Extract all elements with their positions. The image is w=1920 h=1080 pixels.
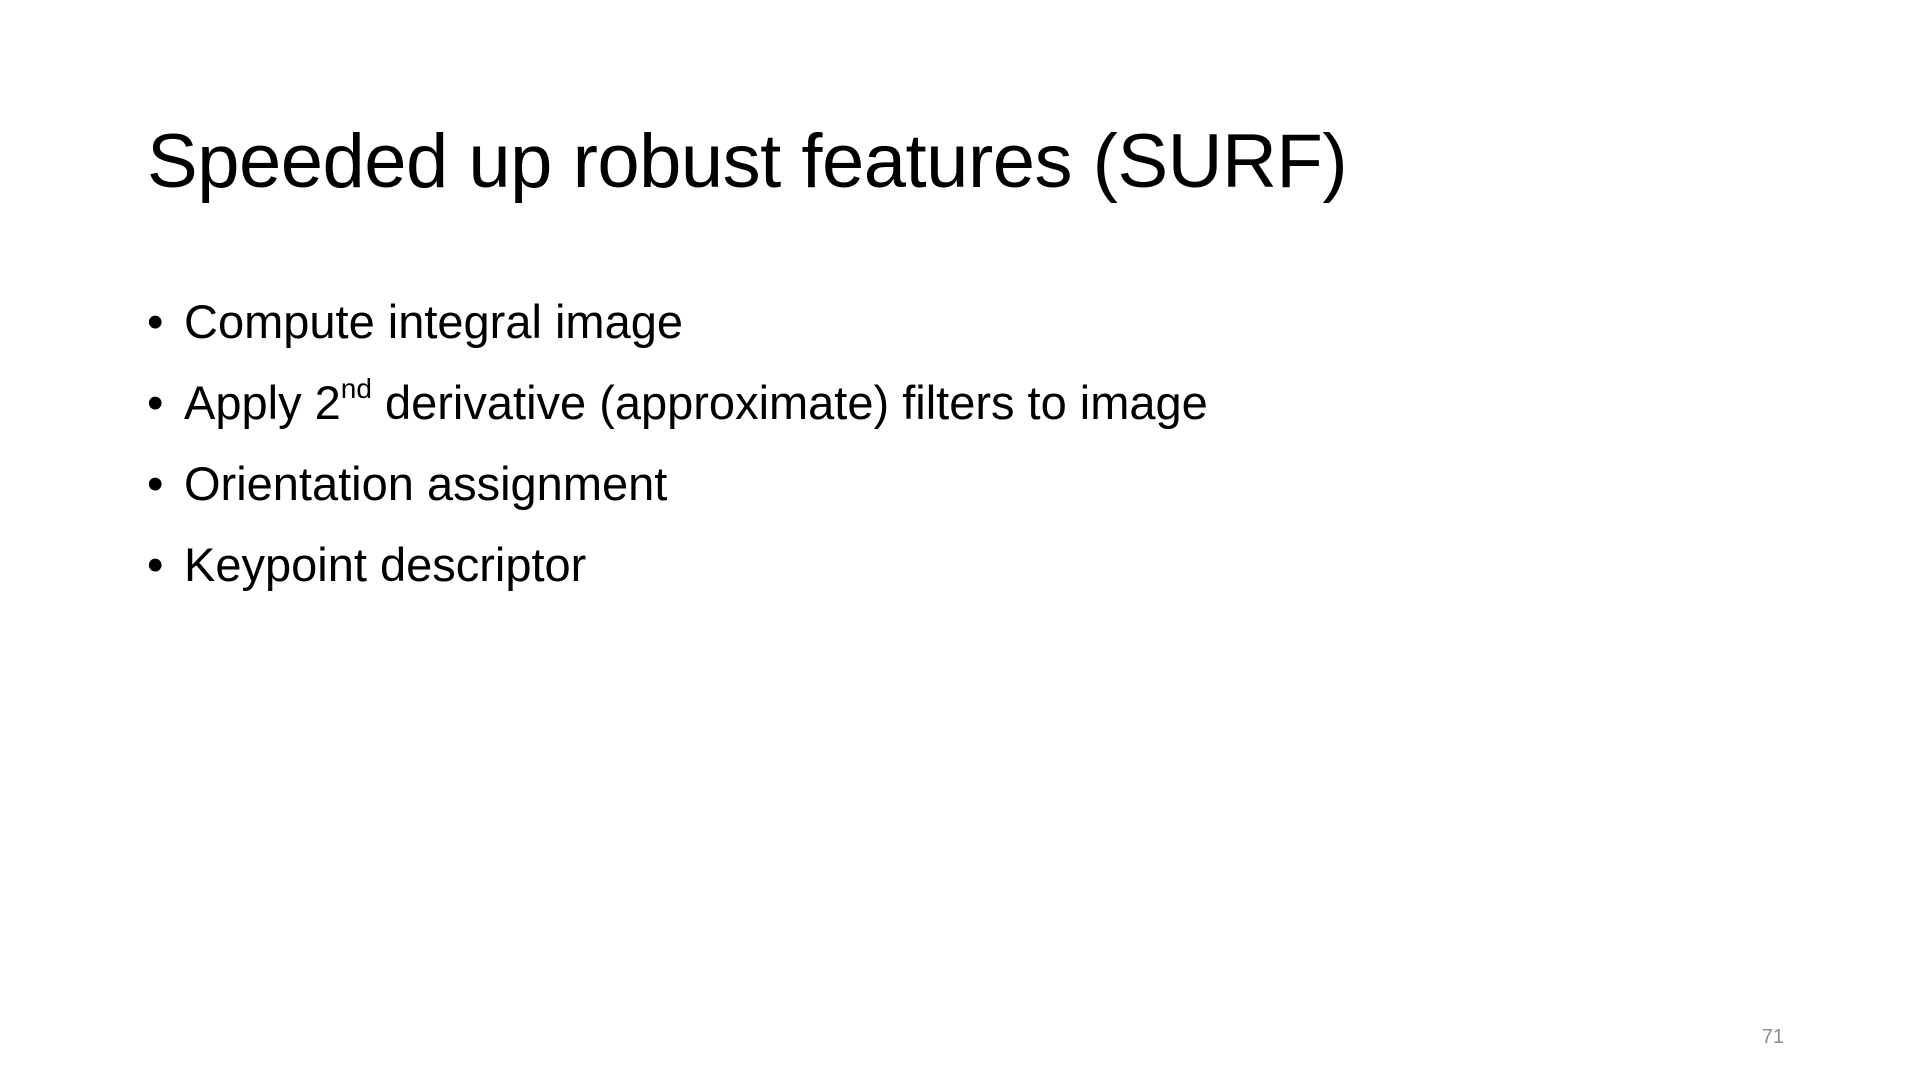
bullet-list: • Compute integral image • Apply 2nd der… <box>147 292 1208 616</box>
bullet-dot-icon: • <box>147 295 164 348</box>
bullet-dot-icon: • <box>147 538 164 591</box>
bullet-dot-icon: • <box>147 376 164 429</box>
bullet-dot-icon: • <box>147 457 164 510</box>
bullet-text-post: derivative (approximate) filters to imag… <box>371 376 1208 429</box>
bullet-text-superscript: nd <box>340 373 372 405</box>
bullet-item-apply-derivative-filters: • Apply 2nd derivative (approximate) fil… <box>147 373 1208 433</box>
bullet-text: Keypoint descriptor <box>184 538 587 591</box>
bullet-item-keypoint-descriptor: • Keypoint descriptor <box>147 535 1208 595</box>
bullet-text: Orientation assignment <box>184 457 668 510</box>
bullet-text: Compute integral image <box>184 295 683 348</box>
bullet-item-compute-integral-image: • Compute integral image <box>147 292 1208 352</box>
page-number: 71 <box>1761 1026 1784 1048</box>
bullet-item-orientation-assignment: • Orientation assignment <box>147 454 1208 514</box>
slide-title: Speeded up robust features (SURF) <box>147 119 1348 204</box>
slide: Speeded up robust features (SURF) • Comp… <box>0 0 1920 1080</box>
bullet-text-pre: Apply 2 <box>184 376 341 429</box>
